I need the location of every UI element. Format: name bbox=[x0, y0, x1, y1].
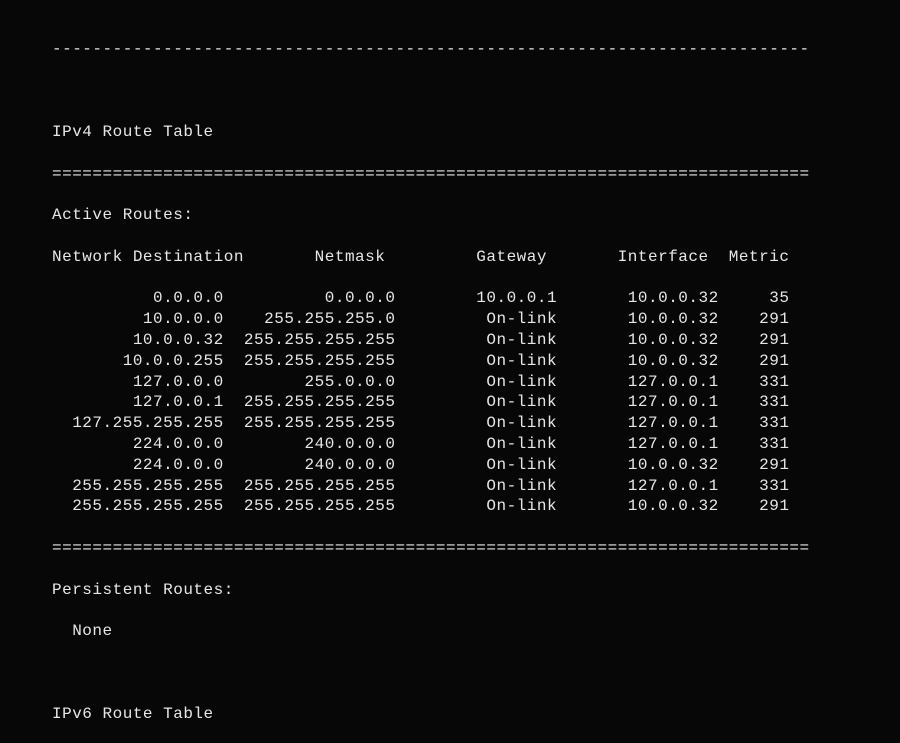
ipv4-route-row: 10.0.0.0 255.255.255.0 On-link 10.0.0.32… bbox=[52, 309, 876, 330]
ipv4-persistent-value: None bbox=[52, 621, 876, 642]
rule-dash: ----------------------------------------… bbox=[52, 39, 876, 60]
ipv4-rows: 0.0.0.0 0.0.0.0 10.0.0.1 10.0.0.32 35 10… bbox=[52, 288, 876, 517]
blank-line bbox=[52, 80, 876, 101]
terminal-output: ----------------------------------------… bbox=[0, 0, 900, 743]
ipv4-route-row: 255.255.255.255 255.255.255.255 On-link … bbox=[52, 496, 876, 517]
ipv4-route-row: 255.255.255.255 255.255.255.255 On-link … bbox=[52, 476, 876, 497]
rule-thick: ========================================… bbox=[52, 164, 876, 185]
ipv4-title: IPv4 Route Table bbox=[52, 122, 876, 143]
ipv6-title: IPv6 Route Table bbox=[52, 704, 876, 725]
ipv4-header-row: Network Destination Netmask Gateway Inte… bbox=[52, 247, 876, 268]
ipv4-route-row: 127.255.255.255 255.255.255.255 On-link … bbox=[52, 413, 876, 434]
ipv4-active-label: Active Routes: bbox=[52, 205, 876, 226]
blank-line bbox=[52, 663, 876, 684]
ipv4-route-row: 224.0.0.0 240.0.0.0 On-link 10.0.0.32 29… bbox=[52, 455, 876, 476]
ipv4-route-row: 10.0.0.255 255.255.255.255 On-link 10.0.… bbox=[52, 351, 876, 372]
ipv4-route-row: 127.0.0.1 255.255.255.255 On-link 127.0.… bbox=[52, 392, 876, 413]
ipv4-route-row: 224.0.0.0 240.0.0.0 On-link 127.0.0.1 33… bbox=[52, 434, 876, 455]
ipv4-route-row: 0.0.0.0 0.0.0.0 10.0.0.1 10.0.0.32 35 bbox=[52, 288, 876, 309]
ipv4-route-row: 10.0.0.32 255.255.255.255 On-link 10.0.0… bbox=[52, 330, 876, 351]
ipv4-persistent-label: Persistent Routes: bbox=[52, 580, 876, 601]
ipv4-route-row: 127.0.0.0 255.0.0.0 On-link 127.0.0.1 33… bbox=[52, 372, 876, 393]
rule-thick: ========================================… bbox=[52, 538, 876, 559]
